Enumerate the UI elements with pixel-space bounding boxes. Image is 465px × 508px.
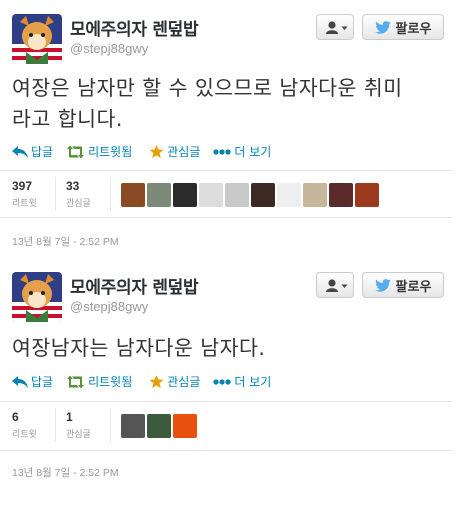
retweet-count: 397 (12, 179, 33, 193)
tweet-text-line: 여장은 남자만 할 수 있으므로 남자다운 취미 (12, 76, 403, 100)
divider (0, 217, 452, 218)
retweet-count: 6 (12, 410, 19, 424)
divider (0, 401, 452, 402)
follow-button[interactable]: 팔로우 (362, 14, 444, 40)
tweet-text-line: 라고 합니다. (12, 107, 123, 131)
favoriter-avatar[interactable] (147, 414, 171, 438)
user-icon (326, 21, 338, 34)
favorite-action[interactable]: 관심글 (149, 143, 200, 160)
retweet-icon (67, 145, 85, 158)
timestamp[interactable]: 13년 8월 7일 - 2:52 PM (12, 234, 119, 249)
divider (0, 450, 452, 451)
favorite-count-stat[interactable]: 33 관심글 (66, 179, 91, 209)
favoriter-avatar[interactable] (329, 183, 353, 207)
timestamp[interactable]: 13년 8월 7일 - 2:52 PM (12, 465, 119, 480)
star-icon (149, 374, 164, 388)
divider (110, 177, 111, 211)
reply-action[interactable]: 답글 (12, 143, 53, 160)
star-icon (149, 144, 164, 158)
username[interactable]: @stepj88gwy (70, 299, 148, 314)
reply-action[interactable]: 답글 (12, 373, 53, 390)
user-icon (326, 279, 338, 292)
favoriter-avatar[interactable] (251, 183, 275, 207)
favorite-label: 관심글 (167, 375, 201, 389)
tweet: 모에주의자 렌덮밥 @stepj88gwy 팔로우 여장남자는 남자다운 남자다… (0, 258, 465, 508)
favoriter-avatar[interactable] (147, 183, 171, 207)
avatar[interactable] (12, 14, 62, 64)
tweet-actions: 답글 리트윗됨 관심글 더 보기 (12, 143, 284, 160)
display-name[interactable]: 모에주의자 렌덮밥 (70, 273, 199, 298)
caret-down-icon (341, 26, 348, 30)
retweet-label: 리트윗됨 (88, 375, 133, 389)
retweet-count-label: 리트윗 (12, 430, 37, 440)
retweet-action[interactable]: 리트윗됨 (66, 373, 132, 390)
more-label: 더 보기 (234, 145, 272, 159)
tweet-actions: 답글 리트윗됨 관심글 더 보기 (12, 373, 284, 390)
more-dots-icon (213, 378, 231, 385)
follow-button[interactable]: 팔로우 (362, 272, 444, 298)
follow-button-label: 팔로우 (395, 279, 432, 295)
retweet-count-label: 리트윗 (12, 199, 37, 209)
favorite-count-label: 관심글 (66, 430, 91, 440)
favoriters-list (121, 414, 197, 438)
favoriter-avatar[interactable] (121, 414, 145, 438)
favorite-label: 관심글 (167, 145, 201, 159)
twitter-bird-icon (374, 20, 391, 34)
favoriter-avatar[interactable] (303, 183, 327, 207)
favoriter-avatar[interactable] (277, 183, 301, 207)
more-label: 더 보기 (234, 375, 272, 389)
divider (55, 408, 56, 442)
reply-label: 답글 (31, 145, 54, 159)
display-name[interactable]: 모에주의자 렌덮밥 (70, 15, 199, 40)
favoriter-avatar[interactable] (121, 183, 145, 207)
favoriter-avatar[interactable] (173, 183, 197, 207)
favorite-count: 1 (66, 410, 73, 424)
divider (0, 170, 452, 171)
more-dots-icon (213, 148, 231, 155)
favoriters-list (121, 183, 379, 207)
user-actions-dropdown[interactable] (316, 14, 354, 40)
divider (110, 408, 111, 442)
more-action[interactable]: 더 보기 (213, 373, 271, 390)
favoriter-avatar[interactable] (225, 183, 249, 207)
favorite-action[interactable]: 관심글 (149, 373, 200, 390)
retweet-icon (67, 375, 85, 388)
favoriter-avatar[interactable] (173, 414, 197, 438)
reply-icon (12, 145, 28, 158)
retweet-label: 리트윗됨 (88, 145, 133, 159)
favoriter-avatar[interactable] (199, 183, 223, 207)
caret-down-icon (341, 284, 348, 288)
tweet: 모에주의자 렌덮밥 @stepj88gwy 팔로우 여장은 남자만 할 수 있으… (0, 0, 465, 258)
divider (55, 177, 56, 211)
favorite-count-stat[interactable]: 1 관심글 (66, 410, 91, 440)
twitter-bird-icon (374, 278, 391, 292)
retweet-action[interactable]: 리트윗됨 (66, 143, 132, 160)
user-actions-dropdown[interactable] (316, 272, 354, 298)
tweet-text: 여장은 남자만 할 수 있으므로 남자다운 취미 라고 합니다. (12, 73, 452, 135)
favoriter-avatar[interactable] (355, 183, 379, 207)
avatar[interactable] (12, 272, 62, 322)
tweet-text: 여장남자는 남자다운 남자다. (12, 333, 452, 364)
retweet-count-stat[interactable]: 6 리트윗 (12, 410, 37, 440)
reply-icon (12, 375, 28, 388)
more-action[interactable]: 더 보기 (213, 143, 271, 160)
tweet-text-line: 여장남자는 남자다운 남자다. (12, 336, 266, 360)
follow-button-label: 팔로우 (395, 21, 432, 37)
favorite-count: 33 (66, 179, 80, 193)
favorite-count-label: 관심글 (66, 199, 91, 209)
retweet-count-stat[interactable]: 397 리트윗 (12, 179, 37, 209)
reply-label: 답글 (31, 375, 54, 389)
username[interactable]: @stepj88gwy (70, 41, 148, 56)
